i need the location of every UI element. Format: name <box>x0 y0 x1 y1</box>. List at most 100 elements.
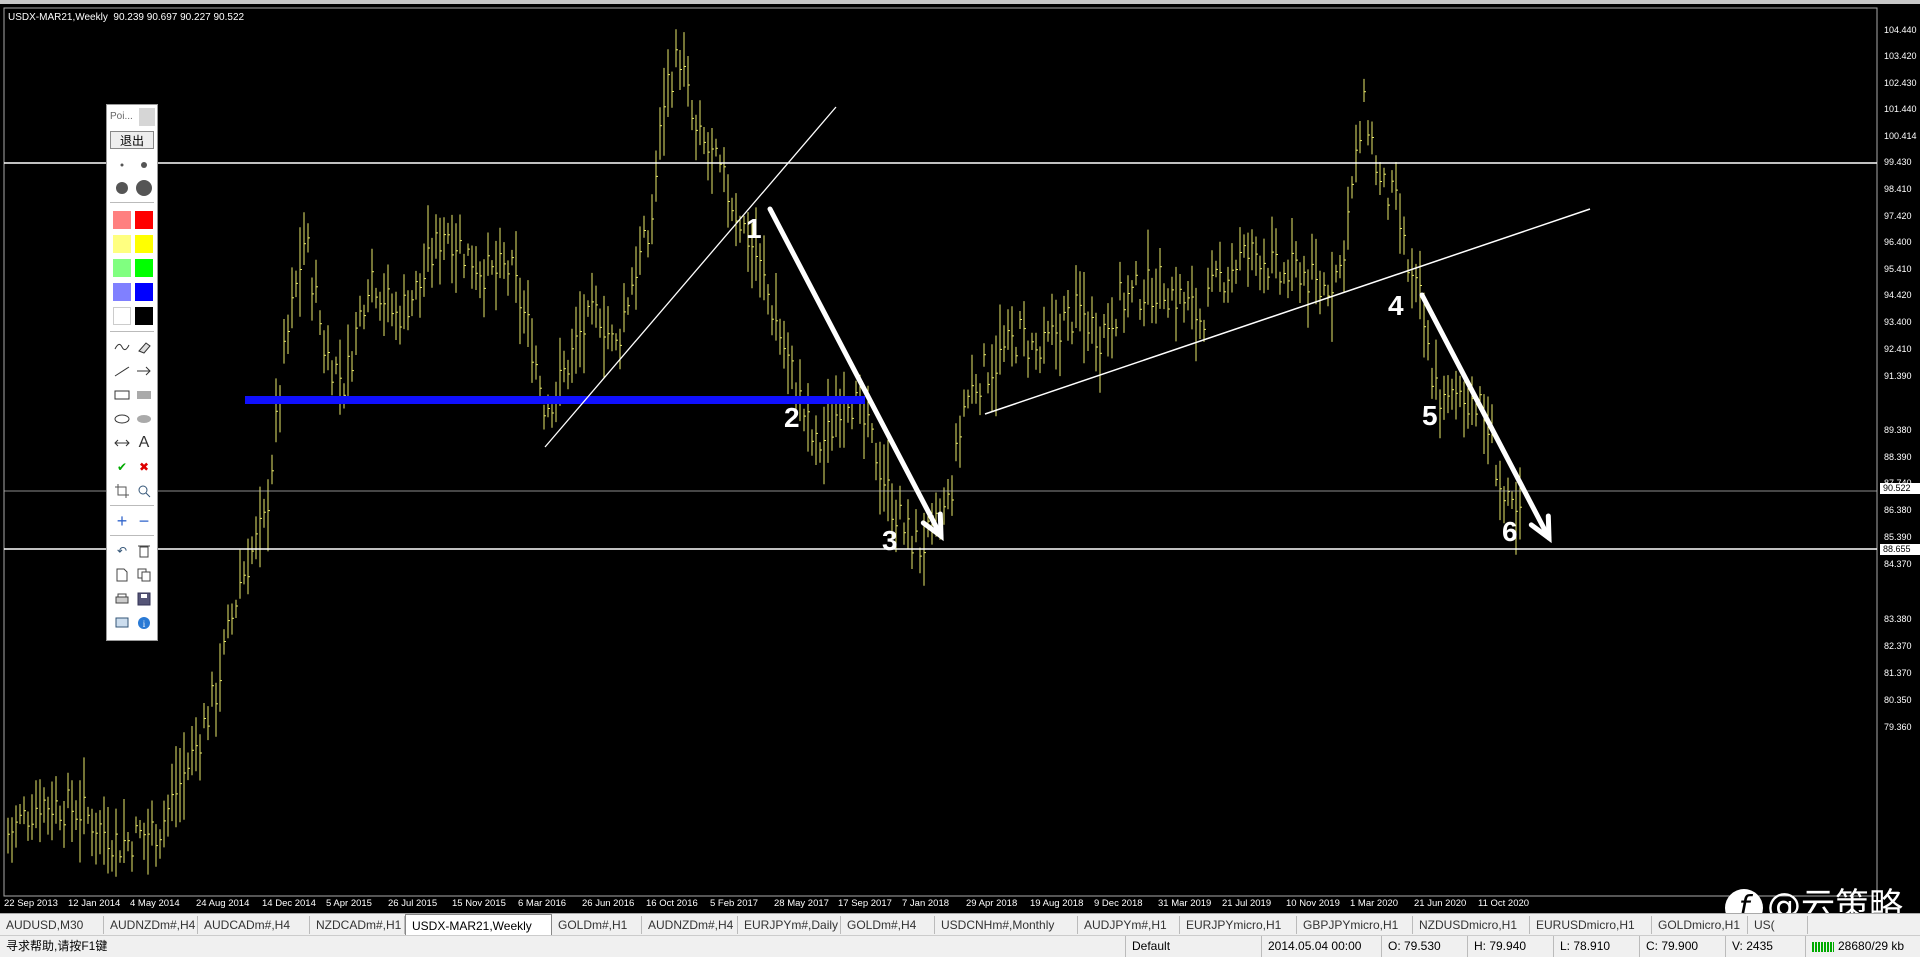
traffic-bars-icon <box>1812 941 1834 952</box>
color-swatch-light-yellow[interactable] <box>113 235 131 253</box>
toolbar-separator <box>110 505 154 506</box>
status-close: C: 79.900 <box>1639 936 1725 957</box>
toolbar-title: Poi... <box>110 111 133 122</box>
time-axis-label: 31 Mar 2019 <box>1158 898 1212 909</box>
eraser-icon[interactable] <box>134 337 154 357</box>
time-axis-label: 16 Oct 2016 <box>646 898 698 909</box>
status-help: 寻求帮助,请按F1键 <box>6 939 108 953</box>
text-tool-icon[interactable]: A <box>134 433 154 453</box>
color-swatch-light-green[interactable] <box>113 259 131 277</box>
time-axis-label: 14 Dec 2014 <box>262 898 316 909</box>
small-dot-icon[interactable] <box>112 155 132 175</box>
toolbar-separator <box>110 535 154 536</box>
price-axis-label: 83.380 <box>1884 614 1912 624</box>
chart-tab[interactable]: AUDNZDm#,H4 <box>104 916 198 934</box>
time-axis-label: 4 May 2014 <box>130 898 180 909</box>
price-axis-label: 88.390 <box>1884 452 1912 462</box>
color-swatch-light-blue[interactable] <box>113 283 131 301</box>
chart-tab[interactable]: AUDJPYm#,H1 <box>1078 916 1180 934</box>
price-axis-label: 89.380 <box>1884 425 1912 435</box>
cross-icon[interactable]: ✖ <box>134 457 154 477</box>
time-axis-label: 1 Mar 2020 <box>1350 898 1399 909</box>
minus-icon[interactable]: − <box>134 511 154 531</box>
rectangle-icon[interactable] <box>112 385 132 405</box>
chart-tab[interactable]: AUDUSD,M30 <box>0 916 104 934</box>
small-brush-icon[interactable] <box>112 178 132 198</box>
time-axis-label: 17 Sep 2017 <box>838 898 892 909</box>
drawing-toolbar[interactable]: Poi... 退出 A ✔ ✖ + − ↶ i <box>106 104 158 641</box>
color-swatch-white[interactable] <box>113 307 131 325</box>
status-traffic: 28680/29 kb <box>1805 936 1920 957</box>
price-axis-label: 97.420 <box>1884 211 1912 221</box>
chart-area[interactable]: USDX-MAR21,Weekly 90.239 90.697 90.227 9… <box>0 4 1920 913</box>
time-axis-label: 21 Jul 2019 <box>1222 898 1272 909</box>
level-price-tag: 88.655 <box>1880 544 1920 555</box>
chart-tab[interactable]: GOLDmicro,H1 <box>1652 916 1748 934</box>
color-swatch-yellow[interactable] <box>135 235 153 253</box>
screen-icon[interactable] <box>112 613 132 633</box>
chart-tab[interactable]: NZDUSDmicro,H1 <box>1413 916 1530 934</box>
wave-label-5: 5 <box>1422 400 1438 431</box>
chart-tab[interactable]: EURUSDmicro,H1 <box>1530 916 1652 934</box>
chart-tab[interactable]: GOLDm#,H4 <box>841 916 935 934</box>
time-axis-label: 12 Jan 2014 <box>68 898 121 909</box>
time-axis-label: 6 Mar 2016 <box>518 898 567 909</box>
save-icon[interactable] <box>134 589 154 609</box>
exit-button[interactable]: 退出 <box>110 131 154 149</box>
price-chart-svg[interactable] <box>0 4 1920 913</box>
chart-tab[interactable]: USDX-MAR21,Weekly <box>405 914 552 936</box>
chart-tab[interactable]: GOLDm#,H1 <box>552 916 642 934</box>
price-axis-label: 81.370 <box>1884 668 1912 678</box>
price-axis-label: 98.410 <box>1884 184 1912 194</box>
info-icon[interactable]: i <box>134 613 154 633</box>
undo-icon[interactable]: ↶ <box>112 541 132 561</box>
double-arrow-icon[interactable] <box>112 433 132 453</box>
copy-icon[interactable] <box>134 565 154 585</box>
toolbar-close-button[interactable] <box>139 108 155 126</box>
color-swatch-green[interactable] <box>135 259 153 277</box>
price-axis-label: 95.410 <box>1884 264 1912 274</box>
status-low: L: 78.910 <box>1553 936 1639 957</box>
color-swatch-black[interactable] <box>135 307 153 325</box>
line-icon[interactable] <box>112 361 132 381</box>
plus-icon[interactable]: + <box>112 511 132 531</box>
color-swatch-red[interactable] <box>135 211 153 229</box>
crop-icon[interactable] <box>112 481 132 501</box>
status-profile: Default <box>1125 936 1261 957</box>
price-axis-label: 99.430 <box>1884 157 1912 167</box>
color-swatch-light-red[interactable] <box>113 211 131 229</box>
chart-tab[interactable]: AUDCADm#,H4 <box>198 916 310 934</box>
chart-tab[interactable]: USDCNHm#,Monthly <box>935 916 1078 934</box>
wave-label-6: 6 <box>1502 516 1518 547</box>
arrow-icon[interactable] <box>134 361 154 381</box>
color-swatch-blue[interactable] <box>135 283 153 301</box>
time-axis-label: 21 Jun 2020 <box>1414 898 1467 909</box>
check-icon[interactable]: ✔ <box>112 457 132 477</box>
ellipse-icon[interactable] <box>112 409 132 429</box>
chart-tab[interactable]: US( <box>1748 916 1808 934</box>
chart-tab[interactable]: NZDCADm#,H1 <box>310 916 405 934</box>
toolbar-separator <box>110 202 154 203</box>
neckline-blue-band <box>245 396 865 404</box>
wave-label-1: 1 <box>746 213 762 244</box>
chart-tabs-bar[interactable]: AUDUSD,M30 AUDNZDm#,H4 AUDCADm#,H4 NZDCADm#… <box>0 913 1920 936</box>
chart-tab[interactable]: EURJPYm#,Daily <box>738 916 841 934</box>
large-brush-icon[interactable] <box>134 178 154 198</box>
zoom-icon[interactable] <box>134 481 154 501</box>
large-dot-icon[interactable] <box>134 155 154 175</box>
time-axis-label: 26 Jun 2016 <box>582 898 635 909</box>
print-icon[interactable] <box>112 589 132 609</box>
price-axis-label: 94.420 <box>1884 290 1912 300</box>
filled-ellipse-icon[interactable] <box>134 409 154 429</box>
chart-tab[interactable]: GBPJPYmicro,H1 <box>1297 916 1413 934</box>
chart-tab[interactable]: EURJPYmicro,H1 <box>1180 916 1297 934</box>
new-page-icon[interactable] <box>112 565 132 585</box>
price-axis-label: 84.370 <box>1884 559 1912 569</box>
filled-rectangle-icon[interactable] <box>134 385 154 405</box>
chart-frame <box>3 7 1878 897</box>
freehand-icon[interactable] <box>112 337 132 357</box>
status-datetime: 2014.05.04 00:00 <box>1261 936 1381 957</box>
chart-tab[interactable]: AUDNZDm#,H4 <box>642 916 738 934</box>
status-high: H: 79.940 <box>1467 936 1553 957</box>
trash-icon[interactable] <box>134 541 154 561</box>
